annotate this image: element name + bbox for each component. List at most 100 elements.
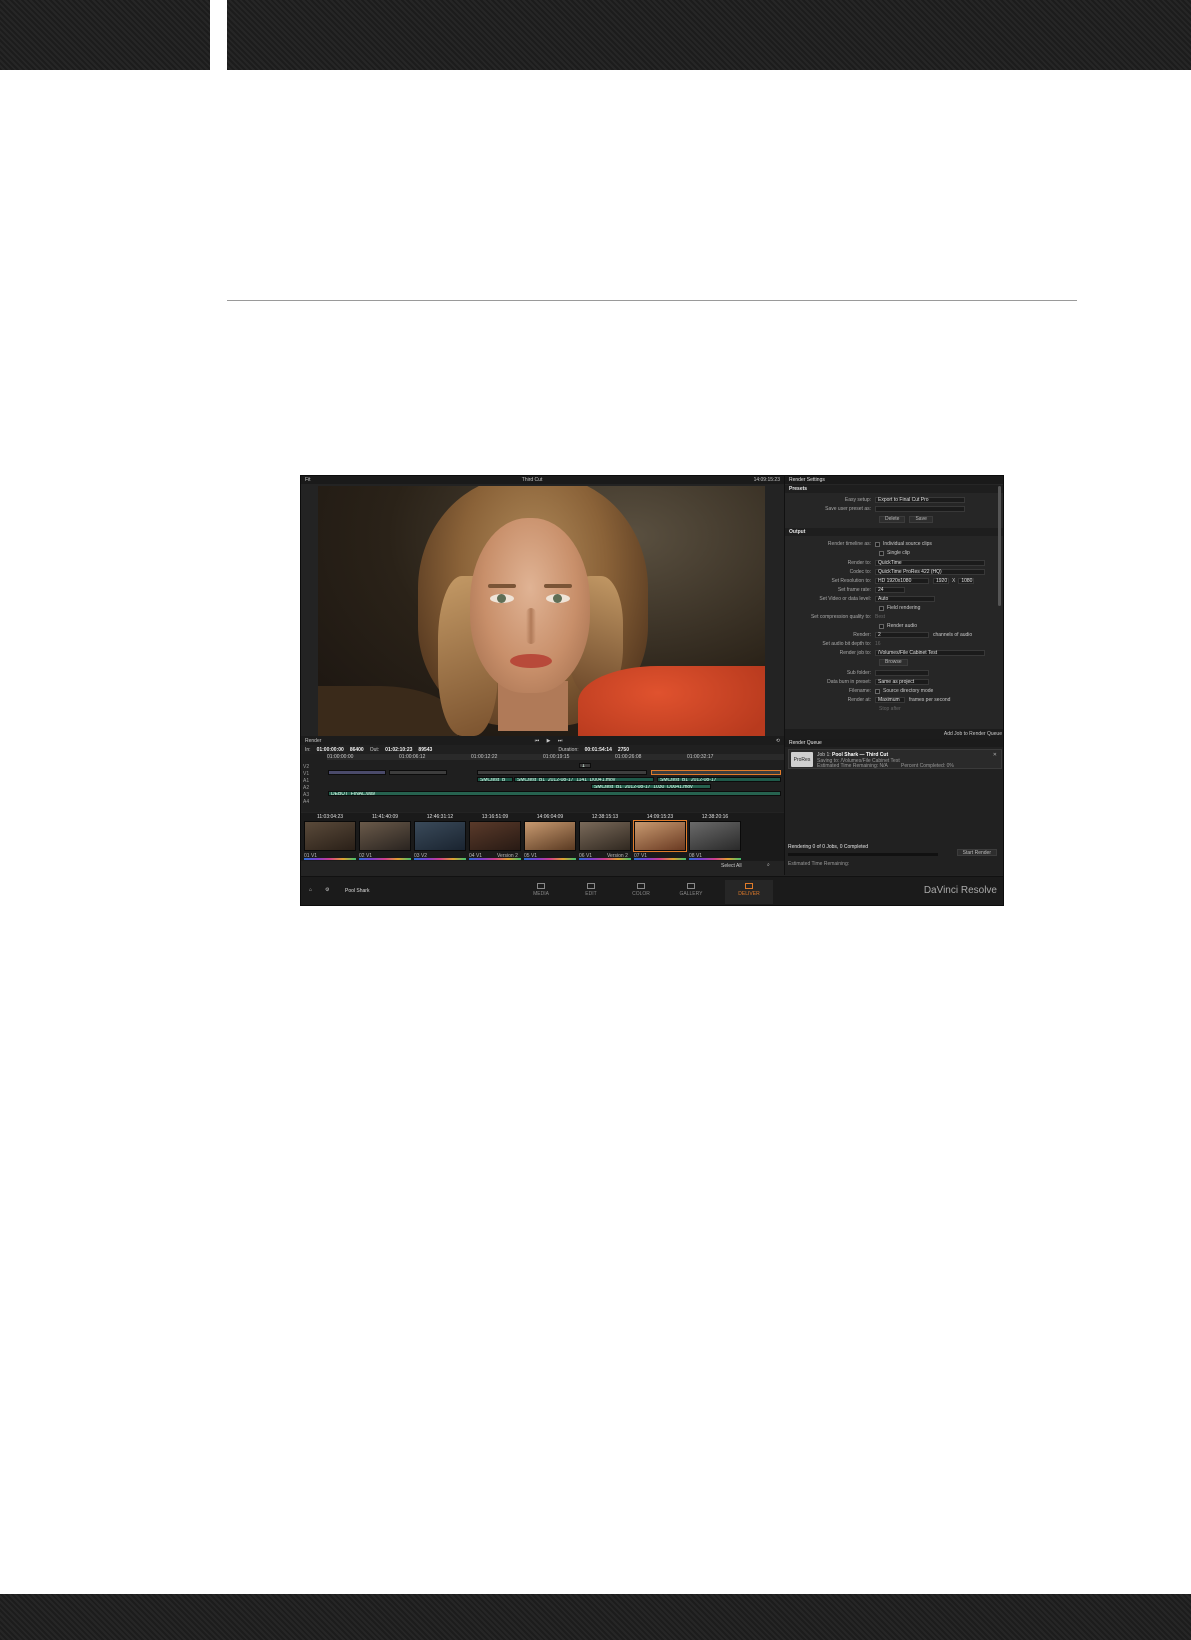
davinci-resolve-logo: DaVinci Resolve xyxy=(923,885,997,896)
search-icon[interactable]: ⌕ xyxy=(767,862,770,868)
render-to-select[interactable]: QuickTime xyxy=(875,560,985,566)
timeline-clip[interactable]: SMCtest_B1_2012-08-17_1030_D0041.mov xyxy=(591,784,711,789)
bit-depth-label: Set audio bit depth to: xyxy=(822,641,871,647)
timeline-clip[interactable]: 1 xyxy=(579,763,591,768)
nav-deliver[interactable]: DELIVER xyxy=(725,880,773,904)
page-navigation: ⌂ ⚙ Pool Shark MEDIA EDIT COLOR GALLERY … xyxy=(301,876,1003,905)
frame-rate-select[interactable]: 24 xyxy=(875,587,905,593)
ruler-tc-5: 01:00:26:08 xyxy=(615,754,642,760)
render-mode-dropdown[interactable]: Render xyxy=(305,738,321,744)
timeline-clip[interactable]: SMCtest_B1_2012-08-17 xyxy=(657,777,781,782)
viewer-top-bar: Fit Third Cut 14:09:15:23 xyxy=(301,476,784,484)
clip-thumbnail[interactable] xyxy=(304,821,356,851)
field-rendering-checkbox[interactable] xyxy=(879,605,884,611)
ruler-tc-4: 01:00:19:15 xyxy=(543,754,570,760)
nav-color[interactable]: COLOR xyxy=(625,883,657,897)
resolution-x: X xyxy=(952,578,956,584)
filename-radio[interactable] xyxy=(875,688,880,694)
compression-label: Set compression quality to: xyxy=(810,614,871,620)
header-right-band xyxy=(227,0,1191,70)
start-render-button[interactable]: Start Render xyxy=(956,849,997,856)
render-at-label: Render at: xyxy=(847,697,871,703)
compression-value[interactable]: Best xyxy=(875,614,885,620)
render-at-select[interactable]: Maximum xyxy=(875,697,905,703)
nav-edit[interactable]: EDIT xyxy=(575,883,607,897)
in-timecode[interactable]: 01:00:00:00 xyxy=(317,747,344,753)
thumbnail-timecode: 13:16:51:09 xyxy=(481,814,509,820)
data-burn-select[interactable]: Same as project xyxy=(875,679,929,685)
next-clip-icon[interactable]: ⏭ xyxy=(558,738,563,744)
track-label-a2: A2 xyxy=(303,785,310,791)
clip-name-dropdown[interactable]: Third Cut xyxy=(522,477,543,483)
nav-gallery[interactable]: GALLERY xyxy=(675,883,707,897)
easy-setup-select[interactable]: Export to Final Cut Pro xyxy=(875,497,965,503)
data-levels-select[interactable]: Auto xyxy=(875,596,935,602)
clip-thumbnail[interactable] xyxy=(524,821,576,851)
out-frames: 89543 xyxy=(418,746,433,753)
prores-icon: ProRes xyxy=(791,752,813,767)
close-job-icon[interactable]: ✕ xyxy=(993,752,997,758)
add-to-render-queue-button[interactable]: Add Job to Render Queue xyxy=(944,731,1002,737)
fit-menu[interactable]: Fit xyxy=(305,477,311,483)
in-frames: 86400 xyxy=(349,746,364,753)
render-status: Rendering 0 of 0 Jobs, 0 Completed xyxy=(788,844,869,850)
previous-clip-icon[interactable]: ⏮ xyxy=(535,738,540,744)
codec-select[interactable]: QuickTime ProRes 422 (HQ) xyxy=(875,569,985,575)
resolution-select[interactable]: HD 1920x1080 xyxy=(875,578,929,584)
timeline-ruler[interactable]: 01:00:00:00 01:00:06:12 01:00:12:22 01:0… xyxy=(327,754,784,760)
render-audio-checkbox[interactable] xyxy=(879,623,884,629)
clip-color-palette xyxy=(304,858,356,860)
timeline-clip[interactable]: SMCtest_B1_2012-08-17_1141_D0041.mov xyxy=(514,777,654,782)
thumbnail-timecode: 11:41:40:09 xyxy=(371,814,399,820)
clip-thumbnail[interactable] xyxy=(359,821,411,851)
resolution-label: Set Resolution to: xyxy=(831,578,871,584)
frames-per-second-label: frames per second xyxy=(909,697,951,703)
loop-icon[interactable]: ⟲ xyxy=(776,738,780,744)
job-completed: Percent Completed: 0% xyxy=(901,763,954,769)
timeline[interactable]: 01:00:00:00 01:00:06:12 01:00:12:22 01:0… xyxy=(301,754,784,812)
settings-icon[interactable]: ⚙ xyxy=(325,887,329,893)
thumbnail-timecode: 11:03:04:23 xyxy=(316,814,344,820)
individual-clips-radio[interactable] xyxy=(875,541,880,547)
clip-thumbnail[interactable] xyxy=(414,821,466,851)
render-job-card[interactable]: ProRes Job 1: Pool Shark — Third Cut Sav… xyxy=(788,749,1002,769)
delete-preset-button[interactable]: Delete xyxy=(879,515,906,523)
data-burn-label: Data burn in preset: xyxy=(827,679,871,685)
timeline-clip[interactable]: DEBUT_FINAL.wav xyxy=(328,791,781,796)
ruler-tc-6: 01:00:32:17 xyxy=(687,754,714,760)
out-timecode[interactable]: 01:02:10:23 xyxy=(385,747,412,753)
timeline-clip-selected[interactable] xyxy=(651,770,781,775)
render-channels-input[interactable]: 2 xyxy=(875,632,929,638)
select-all-button[interactable]: Select All xyxy=(721,863,742,869)
single-clip-radio[interactable] xyxy=(879,550,884,556)
nav-media[interactable]: MEDIA xyxy=(525,883,557,897)
timeline-clip[interactable]: SMCtest_B xyxy=(477,777,513,782)
clip-thumbnail[interactable] xyxy=(579,821,631,851)
timeline-clip[interactable] xyxy=(328,770,386,775)
save-preset-button[interactable]: Save xyxy=(909,515,933,523)
render-job-path[interactable]: /Volumes/File Cabinet Test xyxy=(875,650,985,656)
presets-header: Presets xyxy=(785,485,1003,493)
resolution-height-input[interactable]: 1080 xyxy=(958,578,975,584)
clip-thumbnail[interactable] xyxy=(689,821,741,851)
bit-depth-value[interactable]: 16 xyxy=(875,641,881,647)
track-label-a4: A4 xyxy=(303,799,310,805)
clip-thumbnail[interactable] xyxy=(469,821,521,851)
render-job-label: Render job to: xyxy=(839,650,871,656)
render-timeline-label: Render timeline as: xyxy=(827,541,871,547)
timeline-clip[interactable] xyxy=(389,770,447,775)
save-preset-input[interactable] xyxy=(875,506,965,512)
subfolder-input[interactable] xyxy=(875,670,929,676)
play-icon[interactable]: ▶ xyxy=(547,738,551,744)
home-icon[interactable]: ⌂ xyxy=(309,887,312,893)
render-audio-label: Render audio xyxy=(887,623,918,629)
data-levels-label: Set Video or data level: xyxy=(819,596,871,602)
render-to-label: Render to: xyxy=(847,560,871,566)
timeline-clip[interactable] xyxy=(477,770,647,775)
resolution-width-input[interactable]: 1920 xyxy=(933,578,949,584)
footer-band xyxy=(0,1594,1191,1640)
clip-thumbnail[interactable] xyxy=(633,820,687,852)
browse-button[interactable]: Browse xyxy=(879,658,908,666)
settings-scrollbar[interactable] xyxy=(998,486,1001,606)
ruler-tc-2: 01:00:06:12 xyxy=(399,754,426,760)
